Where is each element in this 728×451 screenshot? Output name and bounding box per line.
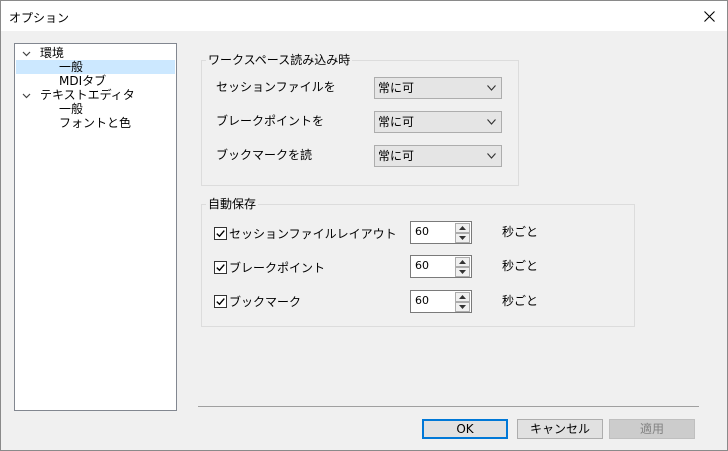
- interval-unit-label: 秒ごと: [502, 294, 539, 308]
- title-bar: オプション: [1, 1, 727, 31]
- ok-button[interactable]: OK: [422, 419, 508, 439]
- breakpoint-autosave-label[interactable]: ブレークポイント: [229, 261, 325, 275]
- spin-up-button[interactable]: [455, 223, 470, 233]
- breakpoint-load-label: ブレークポイントを: [216, 114, 325, 128]
- close-icon: [703, 10, 715, 22]
- spinner-value[interactable]: 60: [415, 260, 429, 272]
- tree-item-text-editor-general[interactable]: 一般: [16, 102, 175, 116]
- close-button[interactable]: [691, 1, 727, 31]
- checkmark-icon: [216, 230, 225, 238]
- spin-down-button[interactable]: [455, 267, 470, 277]
- session-layout-autosave-checkbox[interactable]: [214, 227, 227, 240]
- tree-item-label: MDIタブ: [59, 74, 107, 88]
- breakpoint-load-select[interactable]: 常に可: [374, 111, 502, 133]
- chevron-down-icon: [487, 85, 496, 91]
- apply-button[interactable]: 適用: [609, 419, 695, 439]
- cancel-button[interactable]: キャンセル: [517, 419, 603, 439]
- chevron-down-icon[interactable]: [22, 49, 31, 58]
- session-layout-interval-spinner[interactable]: 60: [410, 221, 472, 244]
- arrow-down-icon: [459, 236, 466, 240]
- select-value: 常に可: [378, 149, 415, 163]
- tree-item-font-and-color[interactable]: フォントと色: [16, 116, 175, 130]
- window-title: オプション: [9, 11, 70, 25]
- spin-down-button[interactable]: [455, 302, 470, 312]
- checkmark-icon: [216, 264, 225, 272]
- breakpoint-autosave-checkbox[interactable]: [214, 261, 227, 274]
- arrow-up-icon: [459, 226, 466, 230]
- category-tree[interactable]: 環境 一般 MDIタブ テキストエディタ 一般 フォントと色: [14, 43, 177, 411]
- spin-up-button[interactable]: [455, 257, 470, 267]
- session-file-load-select[interactable]: 常に可: [374, 77, 502, 99]
- spinner-value[interactable]: 60: [415, 226, 429, 238]
- chevron-down-icon[interactable]: [22, 91, 31, 100]
- chevron-down-icon: [487, 153, 496, 159]
- arrow-down-icon: [459, 305, 466, 309]
- bookmark-load-select[interactable]: 常に可: [374, 145, 502, 167]
- spin-up-button[interactable]: [455, 292, 470, 302]
- bookmark-interval-spinner[interactable]: 60: [410, 290, 472, 313]
- select-value: 常に可: [378, 115, 415, 129]
- bookmark-load-label: ブックマークを読: [216, 148, 313, 162]
- interval-unit-label: 秒ごと: [502, 259, 539, 273]
- chevron-down-icon: [487, 119, 496, 125]
- workspace-load-group-title: ワークスペース読み込み時: [206, 53, 353, 67]
- session-layout-autosave-label[interactable]: セッションファイルレイアウト: [229, 227, 397, 241]
- tree-item-text-editor[interactable]: テキストエディタ: [16, 88, 175, 102]
- spin-down-button[interactable]: [455, 233, 470, 243]
- tree-item-label: 一般: [59, 102, 84, 116]
- tree-item-environment-general[interactable]: 一般: [16, 60, 175, 74]
- tree-item-label: 一般: [59, 60, 84, 74]
- options-dialog: オプション 環境 一般 MDIタブ テキストエディタ 一般 フォントと色 ワーク…: [0, 0, 728, 451]
- bookmark-autosave-label[interactable]: ブックマーク: [229, 295, 301, 309]
- bookmark-autosave-checkbox[interactable]: [214, 295, 227, 308]
- spinner-value[interactable]: 60: [415, 295, 429, 307]
- interval-unit-label: 秒ごと: [502, 225, 539, 239]
- tree-item-label: テキストエディタ: [40, 88, 135, 102]
- select-value: 常に可: [378, 81, 415, 95]
- tree-item-label: フォントと色: [59, 116, 132, 130]
- tree-item-environment[interactable]: 環境: [16, 46, 175, 60]
- breakpoint-interval-spinner[interactable]: 60: [410, 255, 472, 278]
- session-file-load-label: セッションファイルを: [216, 80, 336, 94]
- checkmark-icon: [216, 298, 225, 306]
- autosave-group-title: 自動保存: [206, 197, 259, 211]
- footer-divider: [198, 406, 699, 407]
- tree-item-label: 環境: [40, 46, 65, 60]
- arrow-up-icon: [459, 260, 466, 264]
- tree-item-mdi-tab[interactable]: MDIタブ: [16, 74, 175, 88]
- arrow-down-icon: [459, 270, 466, 274]
- arrow-up-icon: [459, 295, 466, 299]
